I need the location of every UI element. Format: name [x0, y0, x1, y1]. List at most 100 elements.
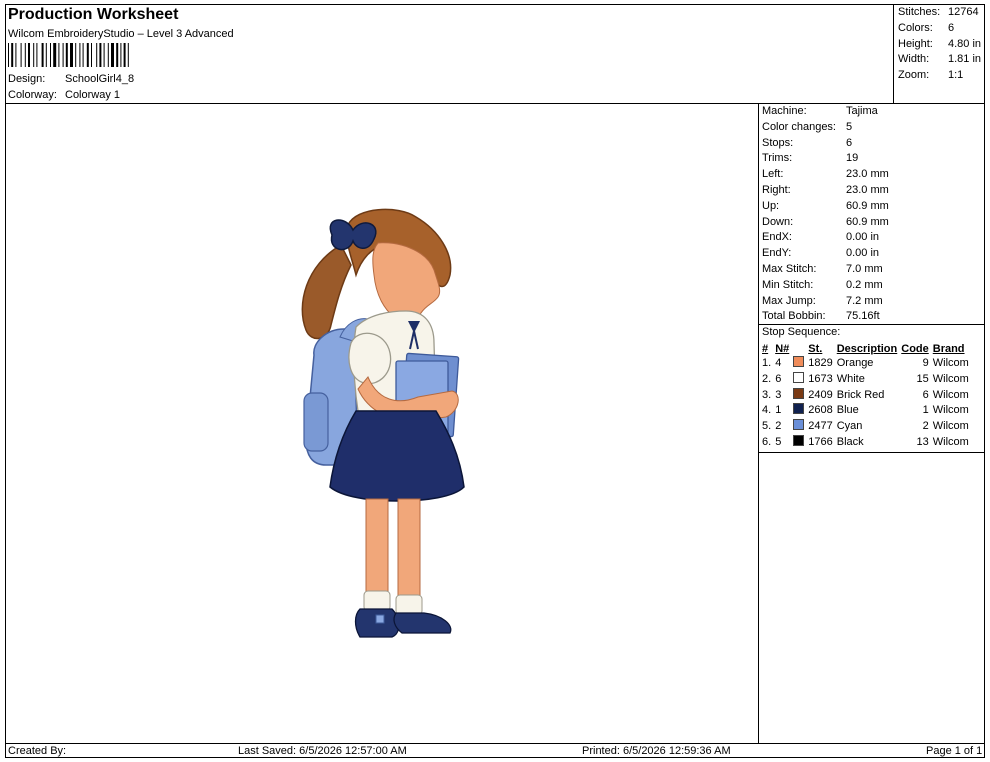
barcode-bar: [75, 43, 77, 67]
barcode-bar: [86, 43, 89, 67]
stop-index: 6.: [762, 435, 772, 448]
barcode-bar: [53, 43, 57, 67]
barcode-bar: [50, 43, 51, 67]
barcode-bar: [123, 43, 126, 67]
barcode-bar: [24, 43, 26, 67]
barcode-bar: [65, 43, 68, 67]
thread-brand: Wilcom: [932, 420, 969, 433]
design-value: SchoolGirl4_8: [65, 73, 135, 85]
barcode-bar: [99, 43, 102, 67]
info-max-stitch: Max Stitch: 7.0 mm: [762, 262, 883, 275]
needle-number: 6: [775, 372, 782, 385]
stop-row: 1. 4 1829 Orange 9 Wilcom: [760, 356, 971, 372]
summary-colors: Colors: 6: [898, 21, 955, 34]
color-description: Orange: [836, 357, 874, 369]
barcode-bar: [11, 43, 14, 67]
thread-brand: Wilcom: [932, 372, 969, 385]
col-description: Description: [836, 343, 898, 355]
info-stops: Stops: 6: [762, 136, 853, 149]
info-color-changes: Color changes: 5: [762, 120, 853, 133]
info-up: Up: 60.9 mm: [762, 199, 889, 212]
barcode-bar: [28, 43, 30, 67]
stop-row: 2. 6 1673 White 15 Wilcom: [760, 371, 971, 388]
color-code: 6: [922, 388, 929, 401]
thread-brand: Wilcom: [932, 388, 969, 401]
needle-number: 3: [775, 388, 782, 401]
colorway-field: Colorway: Colorway 1: [8, 89, 120, 101]
stitch-count: 1673: [808, 372, 833, 385]
footer-printed: Printed: 6/5/2026 12:59:36 AM: [582, 745, 731, 757]
barcode-bar: [91, 43, 92, 67]
barcode-bar: [79, 43, 81, 67]
barcode-bar: [45, 43, 47, 67]
right-shoe: [393, 612, 452, 634]
needle-number: 1: [775, 404, 782, 417]
color-description: Cyan: [836, 420, 863, 433]
stop-index: 3.: [762, 388, 772, 401]
color-description: Blue: [836, 404, 859, 417]
barcode-bar: [70, 43, 73, 67]
needle-number: 4: [775, 357, 782, 369]
barcode-bar: [62, 43, 64, 67]
color-swatch: [793, 403, 805, 415]
stop-index: 5.: [762, 420, 772, 433]
stop-index: 2.: [762, 372, 772, 385]
col-index: #: [762, 343, 769, 355]
barcode-bar: [107, 43, 109, 67]
embroidery-design-preview: [301, 208, 465, 638]
right-leg: [397, 498, 421, 602]
info-machine: Machine: Tajima: [762, 105, 878, 117]
color-swatch: [793, 356, 805, 367]
barcode-bar: [82, 43, 84, 67]
summary-divider: [893, 4, 894, 104]
summary-stitches: Stitches: 12764: [898, 6, 979, 18]
barcode-bar: [58, 43, 60, 67]
design-field: Design: SchoolGirl4_8: [8, 73, 134, 85]
info-left: Left: 23.0 mm: [762, 168, 889, 181]
info-endx: EndX: 0.00 in: [762, 231, 880, 244]
color-description: Black: [836, 435, 864, 448]
barcode-bar: [20, 43, 22, 67]
col-stitches: St.: [808, 343, 823, 355]
col-brand: Brand: [932, 343, 965, 355]
hair-ponytail: [301, 243, 352, 340]
color-swatch: [793, 371, 805, 383]
design-barcode: [8, 43, 129, 67]
info-trims: Trims: 19: [762, 152, 859, 165]
stop-index: 4.: [762, 404, 772, 417]
info-right: Right: 23.0 mm: [762, 183, 889, 196]
info-total-bobbin: Total Bobbin: 75.16ft: [762, 310, 880, 323]
summary-zoom: Zoom: 1:1: [898, 69, 964, 82]
info-min-stitch: Min Stitch: 0.2 mm: [762, 278, 883, 291]
stop-sequence-table: # N# St. Description Code Brand 1. 4 1829 O…: [760, 342, 971, 451]
shoe-buckle: [375, 614, 385, 624]
thread-brand: Wilcom: [932, 435, 969, 448]
colorway-label: Colorway:: [8, 89, 57, 101]
barcode-bar: [15, 43, 17, 67]
color-swatch: [793, 387, 805, 399]
color-code: 1: [922, 404, 929, 417]
stop-row: 3. 3 2409 Brick Red 6 Wilcom: [760, 387, 971, 404]
backpack-pocket: [303, 392, 329, 452]
summary-height: Height: 4.80 in: [898, 37, 982, 50]
skirt: [329, 410, 465, 502]
left-sock: [363, 590, 391, 612]
barcode-bar: [111, 43, 114, 67]
machine-info: Machine: Tajima Color changes: 5 Stops: 6 T…: [762, 104, 984, 325]
stop-index: 1.: [762, 357, 772, 369]
stop-row: 6. 5 1766 Black 13 Wilcom: [760, 434, 971, 451]
footer-last-saved: Last Saved: 6/5/2026 12:57:00 AM: [238, 745, 407, 757]
barcode-bar: [36, 43, 38, 67]
stop-table-bottom-line: [758, 452, 985, 453]
col-needle: N#: [775, 343, 790, 355]
color-code: 2: [922, 420, 929, 433]
design-label: Design:: [8, 73, 46, 85]
footer-created-by: Created By:: [8, 745, 67, 757]
stop-row: 4. 1 2608 Blue 1 Wilcom: [760, 403, 971, 419]
stop-table-header: # N# St. Description Code Brand: [760, 342, 971, 356]
right-sock: [395, 594, 423, 616]
barcode-bar: [41, 43, 44, 67]
barcode-bar: [8, 43, 9, 67]
stop-sequence-title: Stop Sequence:: [762, 326, 841, 338]
stitch-count: 2608: [808, 404, 833, 417]
